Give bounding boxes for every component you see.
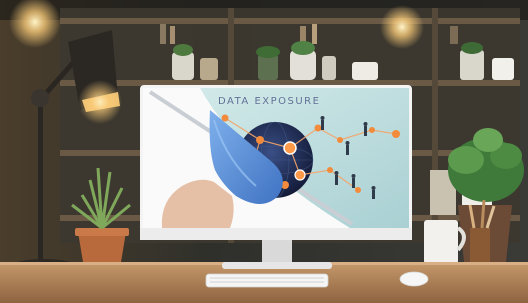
lamp-glow-right — [380, 5, 424, 49]
keyboard — [205, 273, 329, 288]
screen-caption: DATA EXPOSURE — [218, 96, 321, 107]
scene-illustration — [0, 0, 528, 303]
computer-monitor — [140, 85, 412, 240]
mouse — [399, 271, 429, 287]
mug — [424, 220, 466, 264]
office-desk-photo: DATA EXPOSURE — [0, 0, 528, 303]
